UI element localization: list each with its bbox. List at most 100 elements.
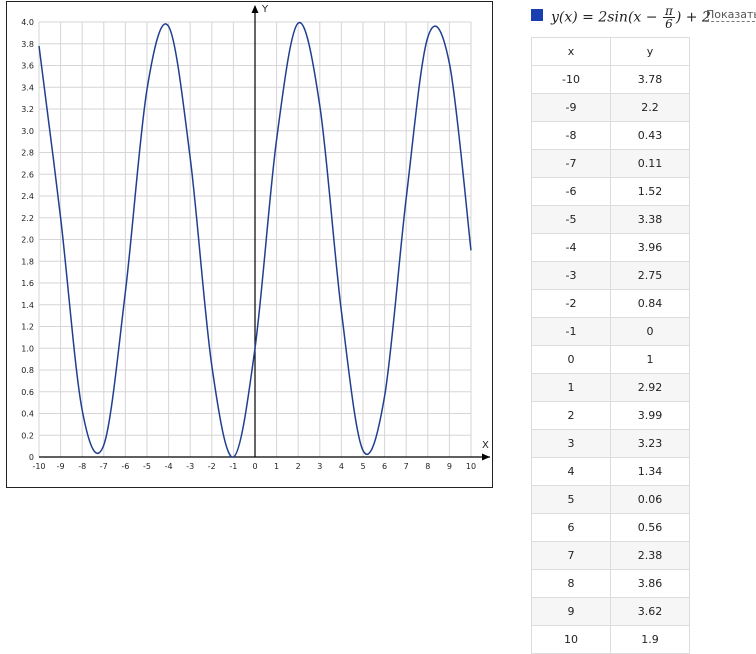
table-cell-y: 0.84 (610, 289, 690, 318)
y-tick-label: 2.0 (21, 236, 34, 245)
table-cell-x: -5 (531, 205, 611, 234)
x-tick-label: -4 (165, 462, 173, 471)
plot-frame: Y X -10 -9 -8 -7 -6 -5 -4 -3 -2 -1 0 1 2 3 4 5 6 7 8 9 10 0 0.2 0… (6, 1, 493, 488)
table-row: 7 2.38 (531, 541, 690, 570)
table-cell-x: 9 (531, 597, 611, 626)
legend-swatch (531, 9, 543, 21)
x-tick-label: 2 (296, 462, 301, 471)
table-cell-y: 3.78 (610, 65, 690, 94)
table-cell-y: 0.56 (610, 513, 690, 542)
x-tick-label: 4 (339, 462, 344, 471)
table-cell-x: -10 (531, 65, 611, 94)
table-cell-y: 3.96 (610, 233, 690, 262)
x-axis-arrow (482, 453, 490, 461)
table-cell-x: 10 (531, 625, 611, 654)
x-tick-label: -6 (121, 462, 129, 471)
table-cell-y: 3.86 (610, 569, 690, 598)
table-row: 5 0.06 (531, 485, 690, 514)
y-tick-label: 1.6 (21, 279, 34, 288)
table-cell-x: 6 (531, 513, 611, 542)
y-tick-label: 3.4 (21, 83, 34, 92)
y-tick-label: 4.0 (21, 18, 34, 27)
formula-denominator: 6 (665, 17, 673, 31)
table-cell-x: 1 (531, 373, 611, 402)
table-row: -8 0.43 (531, 121, 690, 150)
table-cell-x: 4 (531, 457, 611, 486)
table-cell-x: 2 (531, 401, 611, 430)
y-tick-label: 1.8 (21, 257, 34, 266)
table-row: 2 3.99 (531, 401, 690, 430)
x-tick-label: 6 (382, 462, 387, 471)
table-cell-x: -8 (531, 121, 611, 150)
column-header-y: y (610, 37, 690, 66)
column-header-x: x (531, 37, 611, 66)
x-tick-label: 3 (317, 462, 322, 471)
y-tick-label: 0.6 (21, 388, 34, 397)
y-tick-label: 0 (29, 453, 34, 462)
table-row: -10 3.78 (531, 65, 690, 94)
y-tick-label: 2.8 (21, 149, 34, 158)
table-cell-y: 2.38 (610, 541, 690, 570)
table-row: -3 2.75 (531, 261, 690, 290)
show-link[interactable]: Показать (706, 8, 756, 22)
table-cell-y: 3.99 (610, 401, 690, 430)
x-tick-label: 7 (404, 462, 409, 471)
table-row: -2 0.84 (531, 289, 690, 318)
table-row: 3 3.23 (531, 429, 690, 458)
table-cell-y: 0.11 (610, 149, 690, 178)
x-tick-label: -9 (57, 462, 65, 471)
table-cell-x: -1 (531, 317, 611, 346)
table-cell-y: 2.92 (610, 373, 690, 402)
x-tick-label: -8 (78, 462, 86, 471)
y-axis-label: Y (261, 4, 269, 15)
y-tick-label: 0.8 (21, 366, 34, 375)
y-tick-label: 2.2 (21, 214, 34, 223)
y-tick-label: 1.0 (21, 344, 34, 353)
table-cell-y: 3.23 (610, 429, 690, 458)
table-row: 8 3.86 (531, 569, 690, 598)
table-header-row: x y (531, 37, 690, 66)
table-row: -9 2.2 (531, 93, 690, 122)
table-cell-x: -9 (531, 93, 611, 122)
table-cell-x: 5 (531, 485, 611, 514)
y-tick-label: 0.4 (21, 410, 34, 419)
legend-formula: y(x) = 2sin(x − π 6) + 2 (551, 5, 711, 30)
formula-prefix: y(x) = 2sin(x − (551, 9, 662, 26)
table-cell-x: -2 (531, 289, 611, 318)
function-plot: YX-10 -9 -8 -7 -6 -5 -4 -3 -2 -1 0 1 2 3 4 5 6 7 8 9 1000.20… (21, 4, 490, 471)
table-cell-x: -3 (531, 261, 611, 290)
y-tick-label: 3.0 (21, 127, 34, 136)
table-cell-x: 7 (531, 541, 611, 570)
table-cell-x: -4 (531, 233, 611, 262)
table-row: 1 2.92 (531, 373, 690, 402)
x-tick-label: -1 (229, 462, 237, 471)
table-row: -1 0 (531, 317, 690, 346)
y-axis-arrow (251, 5, 259, 13)
table-cell-x: 0 (531, 345, 611, 374)
x-tick-label: -5 (143, 462, 151, 471)
table-row: -5 3.38 (531, 205, 690, 234)
table-cell-x: 8 (531, 569, 611, 598)
table-row: -7 0.11 (531, 149, 690, 178)
table-cell-y: 3.38 (610, 205, 690, 234)
table-cell-y: 0.06 (610, 485, 690, 514)
y-tick-label: 1.2 (21, 323, 34, 332)
table-cell-y: 1.52 (610, 177, 690, 206)
x-tick-label: 8 (425, 462, 430, 471)
y-tick-label: 0.2 (21, 431, 34, 440)
table-row: 01 (531, 345, 690, 374)
table-cell-x: 3 (531, 429, 611, 458)
y-tick-label: 1.4 (21, 301, 34, 310)
table-body: -10 3.78 -9 2.2 -8 0.43 -7 0.11 -6 1.52 -5 3.38 -4 3.… (531, 65, 690, 654)
table-cell-y: 0 (610, 317, 690, 346)
table-row: 10 1.9 (531, 625, 690, 654)
y-tick-label: 2.6 (21, 170, 34, 179)
x-tick-label: -2 (208, 462, 216, 471)
table-cell-x: -6 (531, 177, 611, 206)
y-tick-label: 2.4 (21, 192, 34, 201)
table-cell-y: 0.43 (610, 121, 690, 150)
x-axis-label: X (482, 440, 489, 451)
x-tick-label: 0 (252, 462, 257, 471)
table-row: 4 1.34 (531, 457, 690, 486)
table-cell-y: 3.62 (610, 597, 690, 626)
